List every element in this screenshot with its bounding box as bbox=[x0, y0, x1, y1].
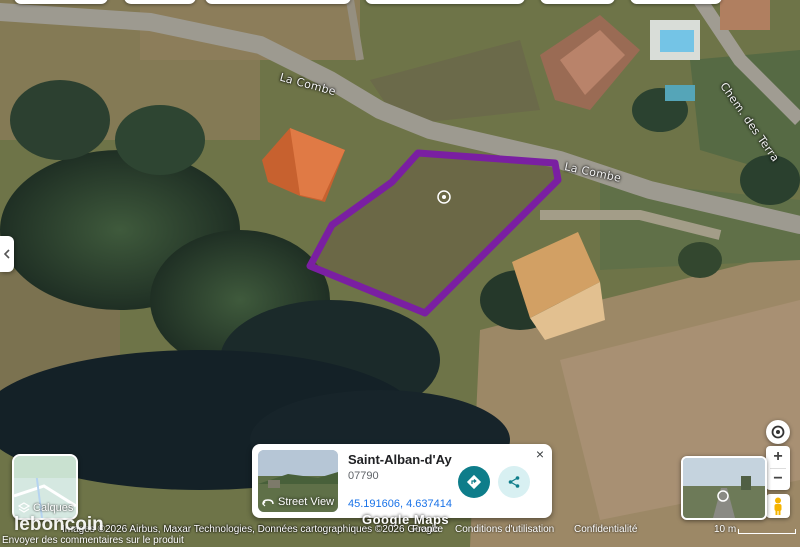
layers-icon bbox=[18, 502, 30, 513]
privacy-link[interactable]: Confidentialité bbox=[574, 524, 637, 535]
share-icon bbox=[508, 476, 520, 488]
attribution-text: Images ©2026 Airbus, Maxar Technologies,… bbox=[62, 524, 440, 535]
compass-icon bbox=[771, 425, 785, 439]
place-info-card: Street View Saint-Alban-d'Ay 07790 45.19… bbox=[252, 444, 552, 518]
close-icon: × bbox=[535, 446, 545, 462]
place-postcode: 07790 bbox=[348, 470, 379, 482]
place-name: Saint-Alban-d'Ay bbox=[348, 452, 452, 467]
top-chip[interactable] bbox=[14, 0, 108, 4]
street-view-text: Street View bbox=[278, 496, 335, 508]
street-view-preview[interactable] bbox=[681, 456, 767, 520]
directions-button[interactable] bbox=[458, 466, 490, 498]
pegman-button[interactable] bbox=[766, 494, 790, 518]
chevron-left-icon bbox=[3, 249, 10, 259]
street-view-icon bbox=[262, 499, 274, 507]
top-chip[interactable] bbox=[540, 0, 615, 4]
satellite-map[interactable]: La Combe La Combe Chem. des Terra Calque… bbox=[0, 0, 800, 547]
scale-bar bbox=[738, 529, 796, 534]
feedback-link[interactable]: Envoyer des commentaires sur le produit bbox=[2, 535, 184, 546]
top-chip[interactable] bbox=[365, 0, 525, 4]
zoom-out-button[interactable]: − bbox=[766, 468, 790, 490]
collapse-panel-button[interactable] bbox=[0, 236, 14, 272]
street-view-label: Street View bbox=[262, 496, 334, 508]
street-view-image bbox=[683, 458, 765, 518]
zoom-controls: + − bbox=[766, 446, 790, 490]
close-button[interactable]: × bbox=[532, 446, 548, 462]
leboncoin-watermark: leboncoin bbox=[14, 514, 104, 535]
share-button[interactable] bbox=[498, 466, 530, 498]
top-chip[interactable] bbox=[124, 0, 196, 4]
place-coordinates[interactable]: 45.191606, 4.637414 bbox=[348, 498, 452, 510]
top-chip[interactable] bbox=[630, 0, 722, 4]
zoom-in-button[interactable]: + bbox=[766, 446, 790, 468]
scale-label[interactable]: 10 m bbox=[714, 524, 736, 535]
terms-link[interactable]: Conditions d'utilisation bbox=[455, 524, 554, 535]
pegman-icon bbox=[774, 497, 782, 515]
attribution-bar: Images ©2026 Airbus, Maxar Technologies,… bbox=[0, 523, 800, 547]
compass-button[interactable] bbox=[766, 420, 790, 444]
layers-text: Calques bbox=[33, 502, 74, 514]
top-chip[interactable] bbox=[205, 0, 351, 4]
street-view-thumbnail[interactable]: Street View bbox=[258, 450, 338, 512]
layers-label: Calques bbox=[18, 502, 73, 514]
country-link[interactable]: France bbox=[412, 524, 443, 535]
directions-icon bbox=[466, 474, 482, 490]
layers-button[interactable]: Calques bbox=[12, 454, 78, 520]
